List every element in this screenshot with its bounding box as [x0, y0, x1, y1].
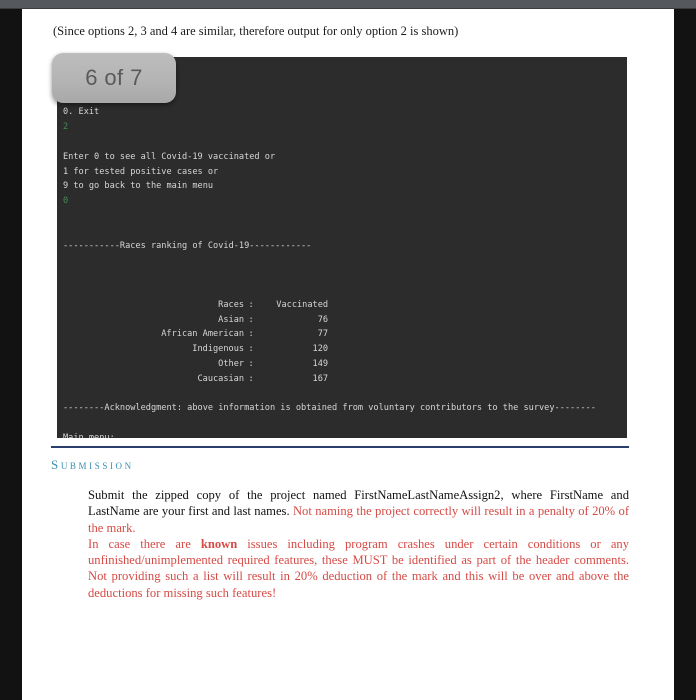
terminal-prompt-line: 1 for tested positive cases or — [63, 166, 219, 177]
table-row-value: 76 — [317, 314, 329, 325]
table-colon: : — [248, 314, 254, 325]
terminal-main-menu-label: Main menu: — [63, 432, 115, 438]
table-colon: : — [248, 344, 254, 355]
terminal-user-input-echo: 0 — [63, 196, 69, 207]
terminal-table-header-row: Races: Vaccinated — [57, 283, 627, 310]
table-row-label: Caucasian — [197, 373, 245, 384]
table-colon: : — [248, 329, 254, 340]
table-row-value: 167 — [312, 373, 329, 384]
terminal-prompt-line: Enter 0 to see all Covid-19 vaccinated o… — [63, 151, 276, 162]
table-header-value: Vaccinated — [276, 299, 329, 310]
table-row-label: Indigenous — [192, 344, 245, 355]
submission-para2-known-emphasis: known — [200, 536, 238, 551]
viewer-left-gutter — [0, 9, 22, 700]
terminal-user-input-echo: 2 — [63, 122, 69, 133]
submission-paragraph-2: In case there are known issues including… — [88, 536, 629, 601]
table-row-value: 149 — [312, 358, 329, 369]
viewer-right-gutter — [674, 9, 696, 700]
terminal-output-screenshot: g for Covid-19 for Covid-19 by poverty 0… — [57, 57, 627, 438]
terminal-table-title: -----------Races ranking of Covid-19----… — [63, 240, 312, 251]
terminal-acknowledgment-line: --------Acknowledgment: above informatio… — [63, 403, 596, 414]
terminal-prompt-line: 9 to go back to the main menu — [63, 181, 214, 192]
table-colon: : — [248, 299, 254, 310]
submission-para2-prefix: In case there are — [88, 536, 201, 551]
viewer-top-toolbar — [0, 0, 696, 9]
submission-paragraph-1: Submit the zipped copy of the project na… — [88, 487, 629, 536]
table-row-label: Asian — [218, 314, 245, 325]
page-indicator-label: 6 of 7 — [85, 65, 143, 90]
table-row-value: 77 — [317, 329, 329, 340]
page-indicator-badge: 6 of 7 — [52, 53, 176, 103]
table-header-label: Races — [218, 299, 245, 310]
submission-section-heading: Submission — [51, 457, 134, 472]
document-page: (Since options 2, 3 and 4 are similar, t… — [22, 9, 674, 700]
table-colon: : — [248, 358, 254, 369]
table-row-label: African American — [161, 329, 245, 340]
submission-section-body: Submit the zipped copy of the project na… — [88, 487, 629, 601]
table-row-value: 120 — [312, 344, 329, 355]
table-colon: : — [248, 373, 254, 384]
table-row-label: Other — [218, 358, 245, 369]
section-divider-rule — [51, 446, 629, 448]
figure-caption: (Since options 2, 3 and 4 are similar, t… — [53, 24, 459, 38]
terminal-line-exit-option: 0. Exit — [63, 107, 100, 118]
